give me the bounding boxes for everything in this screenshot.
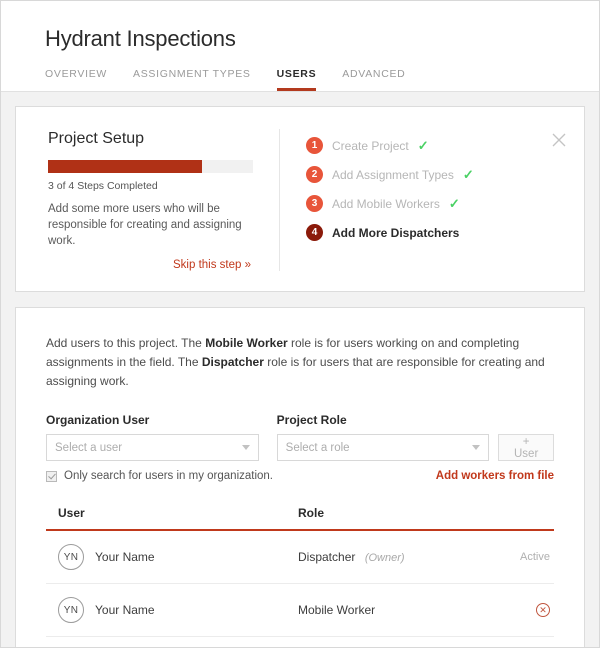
project-role-label: Project Role	[277, 413, 490, 427]
column-header-user: User	[46, 506, 298, 530]
setup-step-2[interactable]: 2 Add Assignment Types ✓	[306, 160, 584, 189]
step-number-badge: 2	[306, 166, 323, 183]
step-number-badge: 1	[306, 137, 323, 154]
users-card: Add users to this project. The Mobile Wo…	[15, 307, 585, 648]
setup-description: Add some more users who will be responsi…	[48, 201, 253, 249]
status-cell: ✕	[484, 584, 554, 637]
close-icon[interactable]	[552, 133, 566, 147]
role-label: Dispatcher	[298, 550, 355, 564]
organization-user-field: Organization User Select a user	[46, 413, 259, 461]
setup-step-4[interactable]: 4 Add More Dispatchers	[306, 218, 584, 247]
organization-user-select[interactable]: Select a user	[46, 434, 259, 461]
project-setup-card: Project Setup 3 of 4 Steps Completed Add…	[15, 106, 585, 292]
only-my-org-checkbox-wrapper[interactable]: Only search for users in my organization…	[46, 470, 273, 482]
step-label: Create Project	[332, 139, 409, 153]
table-row: YN Your Name Dispatcher (Owner) Active	[46, 530, 554, 584]
user-cell: YN Your Name	[46, 584, 298, 637]
users-table-body: YN Your Name Dispatcher (Owner) Active	[46, 530, 554, 637]
check-icon: ✓	[463, 168, 474, 181]
intro-bold-dispatcher: Dispatcher	[202, 355, 264, 369]
setup-summary: Project Setup 3 of 4 Steps Completed Add…	[16, 129, 280, 271]
app-window: Hydrant Inspections OVERVIEW ASSIGNMENT …	[0, 0, 600, 648]
chevron-down-icon	[472, 445, 480, 450]
step-number-badge: 3	[306, 195, 323, 212]
organization-user-label: Organization User	[46, 413, 259, 427]
setup-progress-bar	[48, 160, 253, 173]
page-body: Project Setup 3 of 4 Steps Completed Add…	[1, 92, 599, 648]
setup-steps-list: 1 Create Project ✓ 2 Add Assignment Type…	[280, 129, 584, 271]
user-name: Your Name	[95, 550, 155, 564]
column-header-status	[484, 506, 554, 530]
app-header: Hydrant Inspections OVERVIEW ASSIGNMENT …	[1, 1, 599, 92]
user-name: Your Name	[95, 603, 155, 617]
role-cell: Dispatcher (Owner)	[298, 530, 484, 584]
status-cell: Active	[484, 530, 554, 584]
add-workers-from-file-link[interactable]: Add workers from file	[436, 470, 554, 482]
search-options-row: Only search for users in my organization…	[46, 470, 554, 482]
intro-bold-mobile-worker: Mobile Worker	[205, 336, 287, 350]
step-label: Add More Dispatchers	[332, 226, 459, 240]
skip-step-link[interactable]: Skip this step »	[48, 259, 253, 271]
tab-advanced[interactable]: ADVANCED	[342, 68, 405, 91]
table-row: YN Your Name Mobile Worker ✕	[46, 584, 554, 637]
avatar: YN	[58, 597, 84, 623]
users-table-header-row: User Role	[46, 506, 554, 530]
project-role-field: Project Role Select a role	[277, 413, 490, 461]
step-number-badge: 4	[306, 224, 323, 241]
project-role-select[interactable]: Select a role	[277, 434, 490, 461]
project-role-selected-value: Select a role	[286, 442, 350, 454]
tab-overview[interactable]: OVERVIEW	[45, 68, 107, 91]
setup-title: Project Setup	[48, 129, 253, 149]
users-table-head: User Role	[46, 506, 554, 530]
role-owner-note: (Owner)	[365, 552, 405, 564]
check-icon: ✓	[418, 139, 429, 152]
setup-step-1[interactable]: 1 Create Project ✓	[306, 131, 584, 160]
check-icon: ✓	[449, 197, 460, 210]
step-label: Add Mobile Workers	[332, 197, 440, 211]
column-header-role: Role	[298, 506, 484, 530]
add-user-form: Organization User Select a user Project …	[46, 413, 554, 461]
chevron-down-icon	[242, 445, 250, 450]
step-label: Add Assignment Types	[332, 168, 454, 182]
only-my-org-checkbox[interactable]	[46, 471, 57, 482]
role-cell: Mobile Worker	[298, 584, 484, 637]
organization-user-selected-value: Select a user	[55, 442, 122, 454]
tab-assignment-types[interactable]: ASSIGNMENT TYPES	[133, 68, 251, 91]
setup-progress-label: 3 of 4 Steps Completed	[48, 180, 253, 192]
tab-users[interactable]: USERS	[277, 68, 317, 91]
avatar: YN	[58, 544, 84, 570]
user-cell: YN Your Name	[46, 530, 298, 584]
users-intro-text: Add users to this project. The Mobile Wo…	[46, 334, 554, 391]
setup-progress-fill	[48, 160, 202, 173]
only-my-org-label: Only search for users in my organization…	[64, 470, 273, 482]
remove-user-icon[interactable]: ✕	[536, 603, 550, 617]
add-user-button[interactable]: + User	[498, 434, 554, 461]
users-table: User Role YN Your Name	[46, 506, 554, 637]
intro-part-1: Add users to this project. The	[46, 336, 205, 350]
setup-step-3[interactable]: 3 Add Mobile Workers ✓	[306, 189, 584, 218]
tab-bar: OVERVIEW ASSIGNMENT TYPES USERS ADVANCED	[1, 53, 599, 91]
role-label: Mobile Worker	[298, 603, 375, 617]
status-badge: Active	[484, 551, 554, 563]
page-title: Hydrant Inspections	[1, 25, 599, 53]
